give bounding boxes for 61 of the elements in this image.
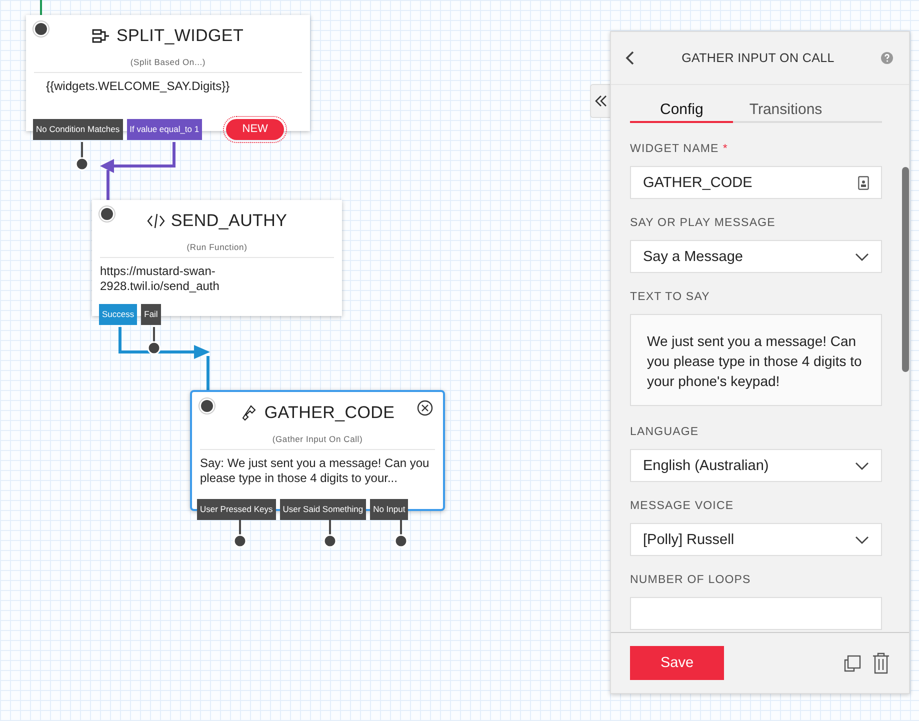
- port-dot[interactable]: [101, 208, 113, 220]
- text-area[interactable]: We just sent you a message! Can you please type in those 4 digits to your phone's keypad!: [630, 314, 882, 406]
- port-dot[interactable]: [394, 534, 408, 548]
- field-label: MESSAGE VOICE: [630, 500, 734, 514]
- code-icon: [146, 213, 165, 229]
- delete-icon[interactable]: [872, 652, 890, 674]
- back-icon[interactable]: [625, 51, 635, 65]
- chevron-down-icon: [855, 536, 869, 544]
- dropdown[interactable]: Say a Message: [630, 240, 882, 273]
- port-dot[interactable]: [75, 157, 89, 171]
- port-dot[interactable]: [233, 534, 247, 548]
- widget-type: (Gather Input On Call): [200, 434, 435, 450]
- connector-line: [153, 327, 155, 342]
- widget-title: SPLIT_WIDGET: [116, 26, 244, 46]
- chevron-down-icon: [855, 252, 869, 260]
- chevron-down-icon: [855, 462, 869, 470]
- double-chevron-icon: [594, 95, 608, 107]
- widget-description: https://mustard-swan-2928.twil.io/send_auth: [100, 264, 220, 294]
- new-transition-button[interactable]: NEW: [226, 119, 284, 140]
- close-icon[interactable]: [417, 400, 433, 416]
- port-dot[interactable]: [147, 341, 161, 355]
- connector-line: [81, 142, 83, 158]
- field-label: WIDGET NAME: [630, 143, 719, 157]
- field-label: SAY OR PLAY MESSAGE: [630, 217, 776, 231]
- field-label: TEXT TO SAY: [630, 291, 710, 305]
- dropdown[interactable]: [Polly] Russell: [630, 523, 882, 556]
- tab[interactable]: Config: [630, 101, 734, 123]
- connector-line: [329, 519, 331, 535]
- save-button[interactable]: Save: [630, 646, 724, 680]
- port-dot[interactable]: [35, 23, 47, 35]
- transition-tag[interactable]: If value equal_to 1: [126, 119, 202, 140]
- transition-tag[interactable]: User Pressed Keys: [197, 499, 276, 520]
- transition-tag[interactable]: Success: [99, 304, 138, 325]
- required-mark: *: [722, 143, 728, 157]
- widget-type: (Split Based On...): [34, 57, 302, 73]
- widget-description: Say: We just sent you a message! Can you please type in those 4 digits to your...: [200, 456, 430, 486]
- panel-title: GATHER INPUT ON CALL: [682, 51, 834, 65]
- text-field[interactable]: [630, 597, 882, 630]
- split-icon: [92, 28, 110, 44]
- widget-title: SEND_AUTHY: [170, 211, 288, 231]
- scrollbar[interactable]: [902, 167, 909, 372]
- transition-tag[interactable]: User Said Something: [280, 499, 366, 520]
- connector-line: [400, 519, 402, 535]
- dropdown[interactable]: English (Australian): [630, 449, 882, 482]
- widget-type: (Run Function): [100, 242, 334, 258]
- connector-line: [239, 519, 241, 535]
- transition-tag[interactable]: No Input: [370, 499, 408, 520]
- contact-card-icon: [858, 176, 869, 190]
- field-label: LANGUAGE: [630, 426, 699, 440]
- help-icon[interactable]: [881, 52, 893, 64]
- transition-tag[interactable]: Fail: [141, 304, 161, 325]
- collapse-button[interactable]: [590, 84, 611, 118]
- port-dot[interactable]: [201, 400, 213, 412]
- duplicate-icon[interactable]: [842, 653, 862, 673]
- port-dot[interactable]: [323, 534, 337, 548]
- text-field[interactable]: GATHER_CODE: [630, 166, 882, 199]
- field-label: NUMBER OF LOOPS: [630, 574, 751, 588]
- widget-description: {{widgets.WELCOME_SAY.Digits}}: [45, 79, 231, 94]
- tab[interactable]: Transitions: [733, 101, 838, 123]
- widget-title: GATHER_CODE: [264, 403, 395, 423]
- transition-tag[interactable]: No Condition Matches: [33, 119, 123, 140]
